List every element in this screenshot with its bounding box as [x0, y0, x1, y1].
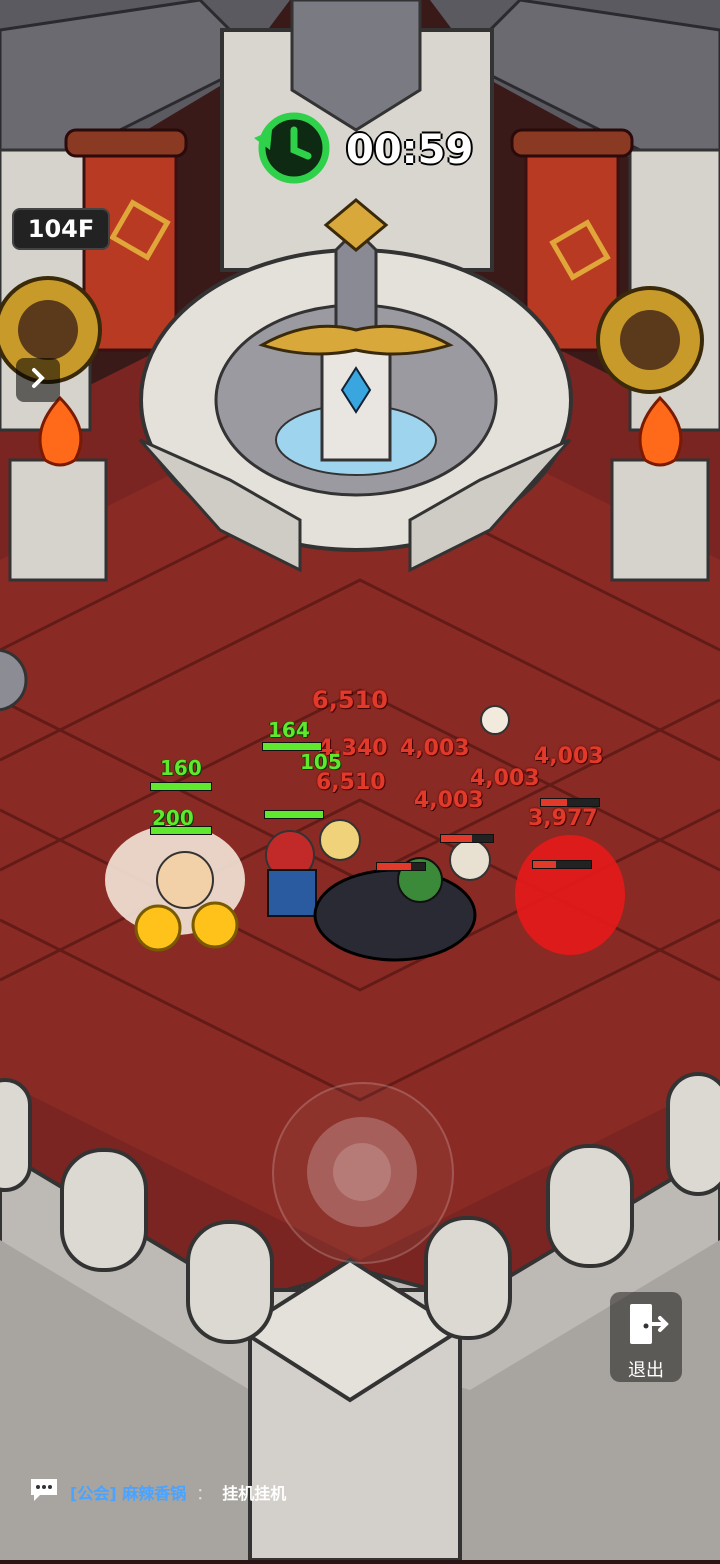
battle-timer: 00:59: [252, 110, 473, 190]
hero-health-bar: [262, 742, 322, 751]
damage-number: 3,977: [528, 806, 598, 831]
chat-separator: ：: [196, 1484, 213, 1503]
damage-number: 4,003: [414, 788, 484, 813]
timer-text: 00:59: [346, 127, 474, 173]
chevron-right-icon: [26, 366, 50, 394]
damage-number: 6,510: [312, 686, 388, 714]
chat-bubble-icon: [28, 1476, 60, 1508]
chat-bar[interactable]: [公会] 麻辣香锅 ： 挂机挂机: [0, 1468, 720, 1516]
heal-number: 105: [300, 750, 342, 774]
heal-number: 164: [268, 718, 310, 742]
heal-number: 160: [160, 756, 202, 780]
damage-number: 4,003: [400, 736, 470, 761]
virtual-joystick[interactable]: [272, 1082, 454, 1264]
exit-label: 退出: [628, 1360, 664, 1381]
enemy-health-bar: [440, 834, 494, 843]
joystick-knob[interactable]: [307, 1117, 417, 1227]
hero-health-bar: [150, 782, 212, 791]
enemy-health-bar: [532, 860, 592, 869]
game-scene: 00:59 104F 6,510 4,340 4,003 6,510 4,003…: [0, 0, 720, 1562]
hero-health-bar: [150, 826, 212, 835]
enemy-health-bar: [376, 862, 426, 871]
exit-button[interactable]: 退出: [610, 1292, 682, 1382]
chat-channel: [公会] 麻辣香锅: [70, 1484, 187, 1503]
expand-panel-button[interactable]: [16, 358, 60, 402]
clock-icon: [252, 108, 332, 192]
damage-number: 4,003: [534, 744, 604, 769]
hero-health-bar: [264, 810, 324, 819]
enemy-health-bar: [540, 798, 600, 807]
floor-badge: 104F: [12, 208, 110, 250]
chat-message: 挂机挂机: [222, 1484, 287, 1503]
joystick-core: [333, 1143, 391, 1201]
exit-door-icon: [622, 1300, 670, 1352]
